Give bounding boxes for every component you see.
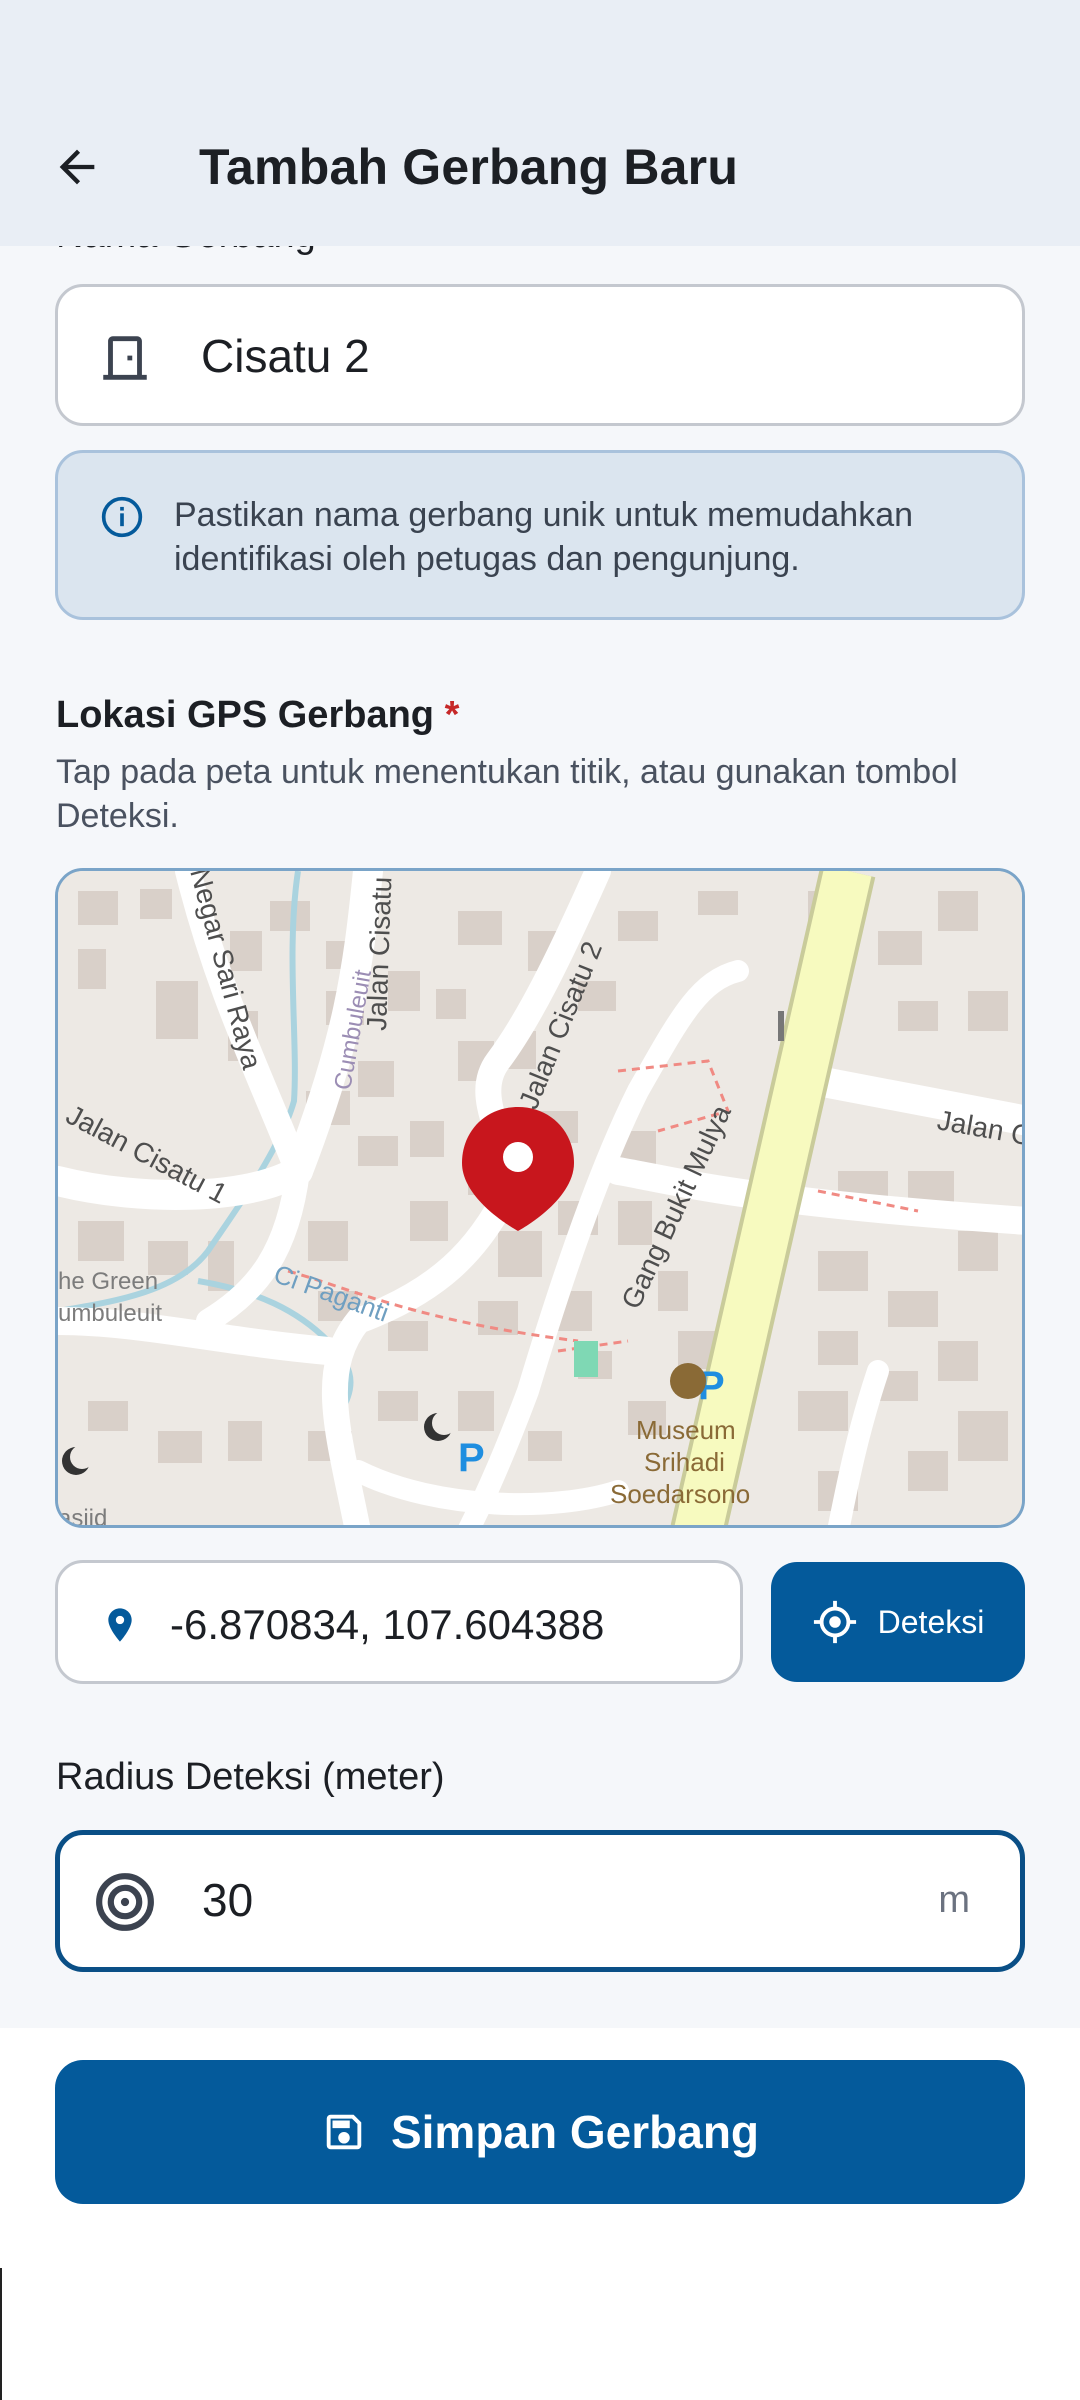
radius-value: 30	[202, 1874, 254, 1926]
name-field-label: Nama Gerbang	[56, 246, 316, 257]
parking-icon-2: P	[458, 1436, 485, 1480]
map-label-museum-1: Museum	[636, 1415, 736, 1445]
map-label-masjid: asjid	[58, 1505, 107, 1528]
app-bar: Tambah Gerbang Baru	[0, 0, 1080, 246]
gps-target-icon	[813, 1600, 856, 1644]
detect-location-button[interactable]: Deteksi	[771, 1562, 1025, 1682]
info-box: Pastikan nama gerbang unik untuk memudah…	[55, 450, 1025, 620]
save-button-label: Simpan Gerbang	[390, 2106, 760, 2158]
map-label-green: he Green	[58, 1268, 158, 1295]
gps-section-subtitle: Tap pada peta untuk menentukan titik, at…	[56, 753, 958, 835]
map-label-museum-3: Soedarsono	[610, 1479, 750, 1509]
gps-title-text: Lokasi GPS Gerbang	[56, 694, 434, 736]
page-title: Tambah Gerbang Baru	[199, 139, 739, 195]
map-label-museum-2: Srihadi	[644, 1447, 725, 1477]
back-button[interactable]	[40, 130, 114, 204]
gate-name-value: Cisatu 2	[201, 330, 370, 382]
arrow-left-icon	[59, 149, 95, 185]
info-text: Pastikan nama gerbang unik untuk memudah…	[174, 496, 914, 578]
park-area	[574, 1341, 598, 1377]
location-pin-icon	[100, 1601, 140, 1654]
radius-input[interactable]: 30 m	[55, 1830, 1025, 1972]
tower-icon	[778, 1011, 784, 1041]
save-icon	[326, 2114, 362, 2150]
radius-section-title: Radius Deteksi (meter)	[56, 1756, 445, 1798]
door-icon	[96, 327, 154, 394]
gate-name-input[interactable]: Cisatu 2	[55, 284, 1025, 426]
info-icon	[100, 495, 144, 544]
bottom-bar: Simpan Gerbang	[0, 2028, 1080, 2400]
radius-icon	[94, 1871, 156, 1938]
map-view[interactable]: Jalan Cisatu Jalan Cisatu 2 Negar Sari R…	[55, 868, 1025, 1528]
map-label-umbuleuit: umbuleuit	[58, 1300, 162, 1327]
screen-edge	[0, 2268, 2, 2400]
coordinates-value: -6.870834, 107.604388	[170, 1601, 605, 1648]
form-content[interactable]: Nama Gerbang Cisatu 2 Pastikan nama gerb…	[0, 246, 1080, 2028]
required-mark: *	[444, 694, 460, 736]
coordinates-field[interactable]: -6.870834, 107.604388	[55, 1560, 743, 1684]
detect-button-label: Deteksi	[877, 1603, 985, 1640]
save-gate-button[interactable]: Simpan Gerbang	[55, 2060, 1025, 2204]
radius-unit: m	[938, 1879, 970, 1921]
museum-icon	[670, 1363, 706, 1399]
gps-section-title: Lokasi GPS Gerbang *	[56, 694, 459, 737]
